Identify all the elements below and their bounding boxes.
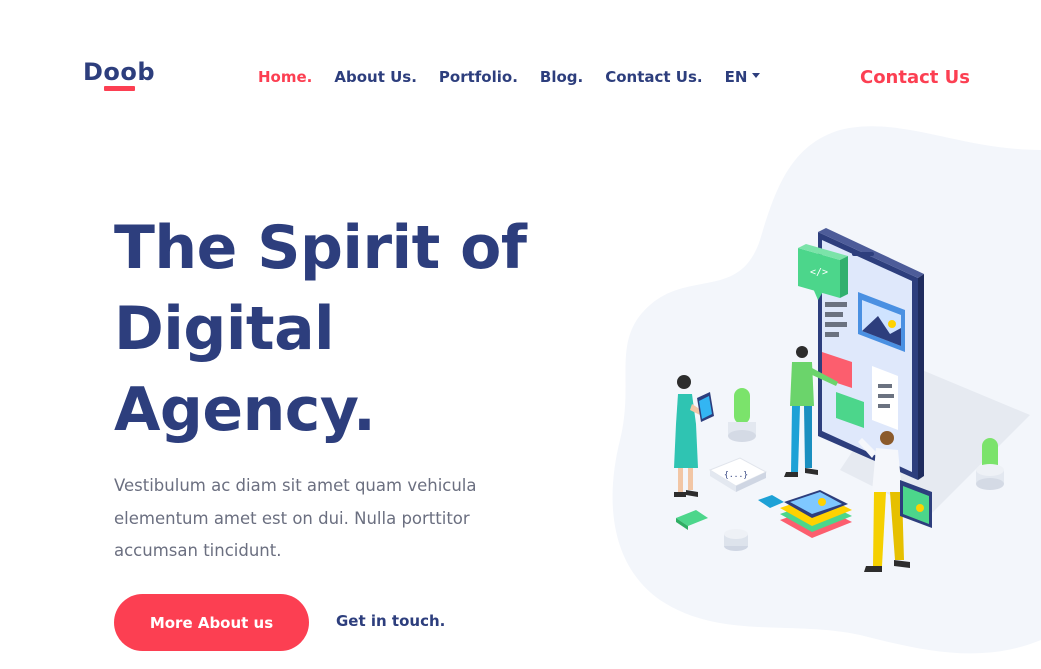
code-badge-text: </> [810, 267, 828, 278]
code-tile-text: {...} [724, 470, 748, 479]
chevron-down-icon [752, 72, 761, 78]
language-label: EN [724, 68, 748, 86]
hero-title-line-1: The Spirit of [114, 213, 527, 283]
hero-title-line-3: Agency. [114, 375, 376, 445]
logo-underline [104, 86, 135, 91]
nav-about-us[interactable]: About Us. [334, 68, 417, 86]
hero-title-line-2: Digital [114, 294, 335, 364]
logo[interactable]: Doob [83, 58, 155, 86]
nav-portfolio[interactable]: Portfolio. [439, 68, 518, 86]
main-nav: Home. About Us. Portfolio. Blog. Contact… [258, 68, 761, 86]
header-contact-button[interactable]: Contact Us [860, 67, 970, 88]
more-about-us-button[interactable]: More About us [114, 594, 309, 651]
hero-title: The Spirit of Digital Agency. [114, 208, 594, 451]
get-in-touch-link[interactable]: Get in touch. [336, 612, 445, 630]
nav-blog[interactable]: Blog. [540, 68, 583, 86]
language-selector[interactable]: EN [725, 68, 761, 86]
hero-description: Vestibulum ac diam sit amet quam vehicul… [114, 476, 477, 560]
nav-contact-us[interactable]: Contact Us. [605, 68, 702, 86]
mobile-app-team-illustration-icon: </> {...} [612, 126, 1041, 654]
cylinder [724, 529, 748, 551]
nav-home[interactable]: Home. [258, 68, 312, 86]
